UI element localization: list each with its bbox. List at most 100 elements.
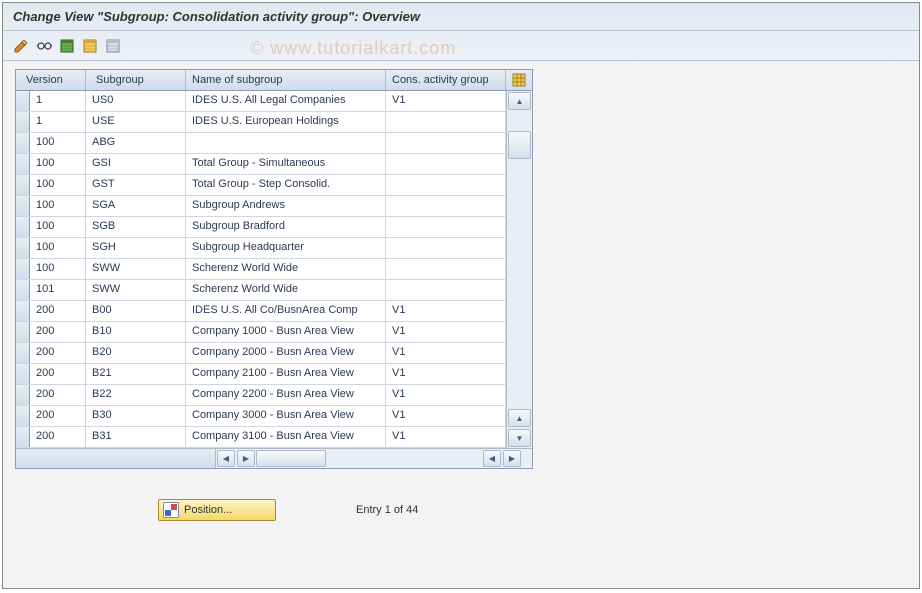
table-settings-icon[interactable]: [506, 70, 532, 90]
cell-version[interactable]: 200: [30, 301, 86, 321]
cell-version[interactable]: 100: [30, 196, 86, 216]
cell-cons[interactable]: V1: [386, 322, 506, 342]
cell-subgroup[interactable]: SGA: [86, 196, 186, 216]
cell-version[interactable]: 200: [30, 322, 86, 342]
column-header-version[interactable]: Version: [16, 70, 86, 90]
cell-version[interactable]: 200: [30, 385, 86, 405]
table-row[interactable]: 200B21Company 2100 - Busn Area ViewV1: [16, 364, 506, 385]
cell-subgroup[interactable]: B10: [86, 322, 186, 342]
cell-subgroup[interactable]: GSI: [86, 154, 186, 174]
cell-version[interactable]: 100: [30, 259, 86, 279]
row-selector[interactable]: [16, 259, 30, 279]
display-icon[interactable]: [34, 36, 54, 56]
cell-cons[interactable]: [386, 154, 506, 174]
row-selector[interactable]: [16, 322, 30, 342]
table-row[interactable]: 100GSTTotal Group - Step Consolid.: [16, 175, 506, 196]
row-selector[interactable]: [16, 112, 30, 132]
column-header-name[interactable]: Name of subgroup: [186, 70, 386, 90]
cell-subgroup[interactable]: SWW: [86, 280, 186, 300]
cell-name[interactable]: Company 1000 - Busn Area View: [186, 322, 386, 342]
cell-subgroup[interactable]: SGH: [86, 238, 186, 258]
row-selector[interactable]: [16, 196, 30, 216]
cell-subgroup[interactable]: USE: [86, 112, 186, 132]
cell-subgroup[interactable]: B22: [86, 385, 186, 405]
row-selector[interactable]: [16, 301, 30, 321]
cell-subgroup[interactable]: US0: [86, 91, 186, 111]
cell-name[interactable]: Company 2000 - Busn Area View: [186, 343, 386, 363]
cell-cons[interactable]: [386, 196, 506, 216]
cell-version[interactable]: 100: [30, 238, 86, 258]
cell-cons[interactable]: [386, 175, 506, 195]
cell-version[interactable]: 100: [30, 133, 86, 153]
change-icon[interactable]: [11, 36, 31, 56]
cell-name[interactable]: Subgroup Andrews: [186, 196, 386, 216]
cell-name[interactable]: Subgroup Bradford: [186, 217, 386, 237]
row-selector[interactable]: [16, 343, 30, 363]
table-row[interactable]: 100ABG: [16, 133, 506, 154]
row-selector[interactable]: [16, 217, 30, 237]
cell-cons[interactable]: [386, 133, 506, 153]
table-row[interactable]: 100GSITotal Group - Simultaneous: [16, 154, 506, 175]
cell-cons[interactable]: V1: [386, 91, 506, 111]
cell-version[interactable]: 100: [30, 154, 86, 174]
cell-subgroup[interactable]: ABG: [86, 133, 186, 153]
cell-cons[interactable]: V1: [386, 343, 506, 363]
cell-name[interactable]: IDES U.S. European Holdings: [186, 112, 386, 132]
cell-cons[interactable]: [386, 217, 506, 237]
table-row[interactable]: 100SGASubgroup Andrews: [16, 196, 506, 217]
table-row[interactable]: 200B30Company 3000 - Busn Area ViewV1: [16, 406, 506, 427]
select-all-icon[interactable]: [57, 36, 77, 56]
cell-version[interactable]: 200: [30, 364, 86, 384]
cell-version[interactable]: 200: [30, 427, 86, 447]
hscroll-track[interactable]: [256, 450, 482, 467]
cell-cons[interactable]: V1: [386, 406, 506, 426]
cell-subgroup[interactable]: B31: [86, 427, 186, 447]
cell-cons[interactable]: [386, 112, 506, 132]
hscroll-thumb[interactable]: [256, 450, 326, 467]
cell-name[interactable]: Company 2100 - Busn Area View: [186, 364, 386, 384]
cell-cons[interactable]: V1: [386, 385, 506, 405]
scroll-up-icon[interactable]: ▲: [508, 92, 531, 110]
cell-name[interactable]: Scherenz World Wide: [186, 259, 386, 279]
scroll-down-icon[interactable]: ▼: [508, 429, 531, 447]
cell-version[interactable]: 1: [30, 112, 86, 132]
select-block-icon[interactable]: [80, 36, 100, 56]
scroll-thumb[interactable]: [508, 131, 531, 159]
row-selector[interactable]: [16, 406, 30, 426]
row-selector[interactable]: [16, 154, 30, 174]
table-row[interactable]: 200B31Company 3100 - Busn Area ViewV1: [16, 427, 506, 448]
cell-name[interactable]: IDES U.S. All Legal Companies: [186, 91, 386, 111]
row-selector[interactable]: [16, 364, 30, 384]
cell-name[interactable]: [186, 133, 386, 153]
scroll-right-icon[interactable]: ▶: [503, 450, 521, 467]
cell-name[interactable]: IDES U.S. All Co/BusnArea Comp: [186, 301, 386, 321]
cell-subgroup[interactable]: B00: [86, 301, 186, 321]
scroll-up-step-icon[interactable]: ▲: [508, 409, 531, 427]
cell-name[interactable]: Scherenz World Wide: [186, 280, 386, 300]
row-selector[interactable]: [16, 427, 30, 447]
cell-name[interactable]: Company 3000 - Busn Area View: [186, 406, 386, 426]
vertical-scrollbar[interactable]: ▲ ▲ ▼: [506, 91, 532, 448]
cell-cons[interactable]: V1: [386, 427, 506, 447]
row-selector[interactable]: [16, 385, 30, 405]
cell-version[interactable]: 1: [30, 91, 86, 111]
horizontal-scrollbar[interactable]: ◀ ▶ ◀ ▶: [16, 448, 532, 468]
table-row[interactable]: 100SGHSubgroup Headquarter: [16, 238, 506, 259]
cell-cons[interactable]: V1: [386, 301, 506, 321]
cell-version[interactable]: 200: [30, 343, 86, 363]
cell-version[interactable]: 100: [30, 175, 86, 195]
cell-subgroup[interactable]: SGB: [86, 217, 186, 237]
table-row[interactable]: 1US0IDES U.S. All Legal CompaniesV1: [16, 91, 506, 112]
cell-subgroup[interactable]: B20: [86, 343, 186, 363]
cell-cons[interactable]: [386, 259, 506, 279]
cell-version[interactable]: 101: [30, 280, 86, 300]
cell-name[interactable]: Total Group - Step Consolid.: [186, 175, 386, 195]
column-header-cons[interactable]: Cons. activity group: [386, 70, 506, 90]
cell-subgroup[interactable]: GST: [86, 175, 186, 195]
cell-version[interactable]: 100: [30, 217, 86, 237]
cell-name[interactable]: Company 2200 - Busn Area View: [186, 385, 386, 405]
scroll-right-step-icon[interactable]: ▶: [237, 450, 255, 467]
table-row[interactable]: 200B10Company 1000 - Busn Area ViewV1: [16, 322, 506, 343]
cell-version[interactable]: 200: [30, 406, 86, 426]
cell-subgroup[interactable]: SWW: [86, 259, 186, 279]
